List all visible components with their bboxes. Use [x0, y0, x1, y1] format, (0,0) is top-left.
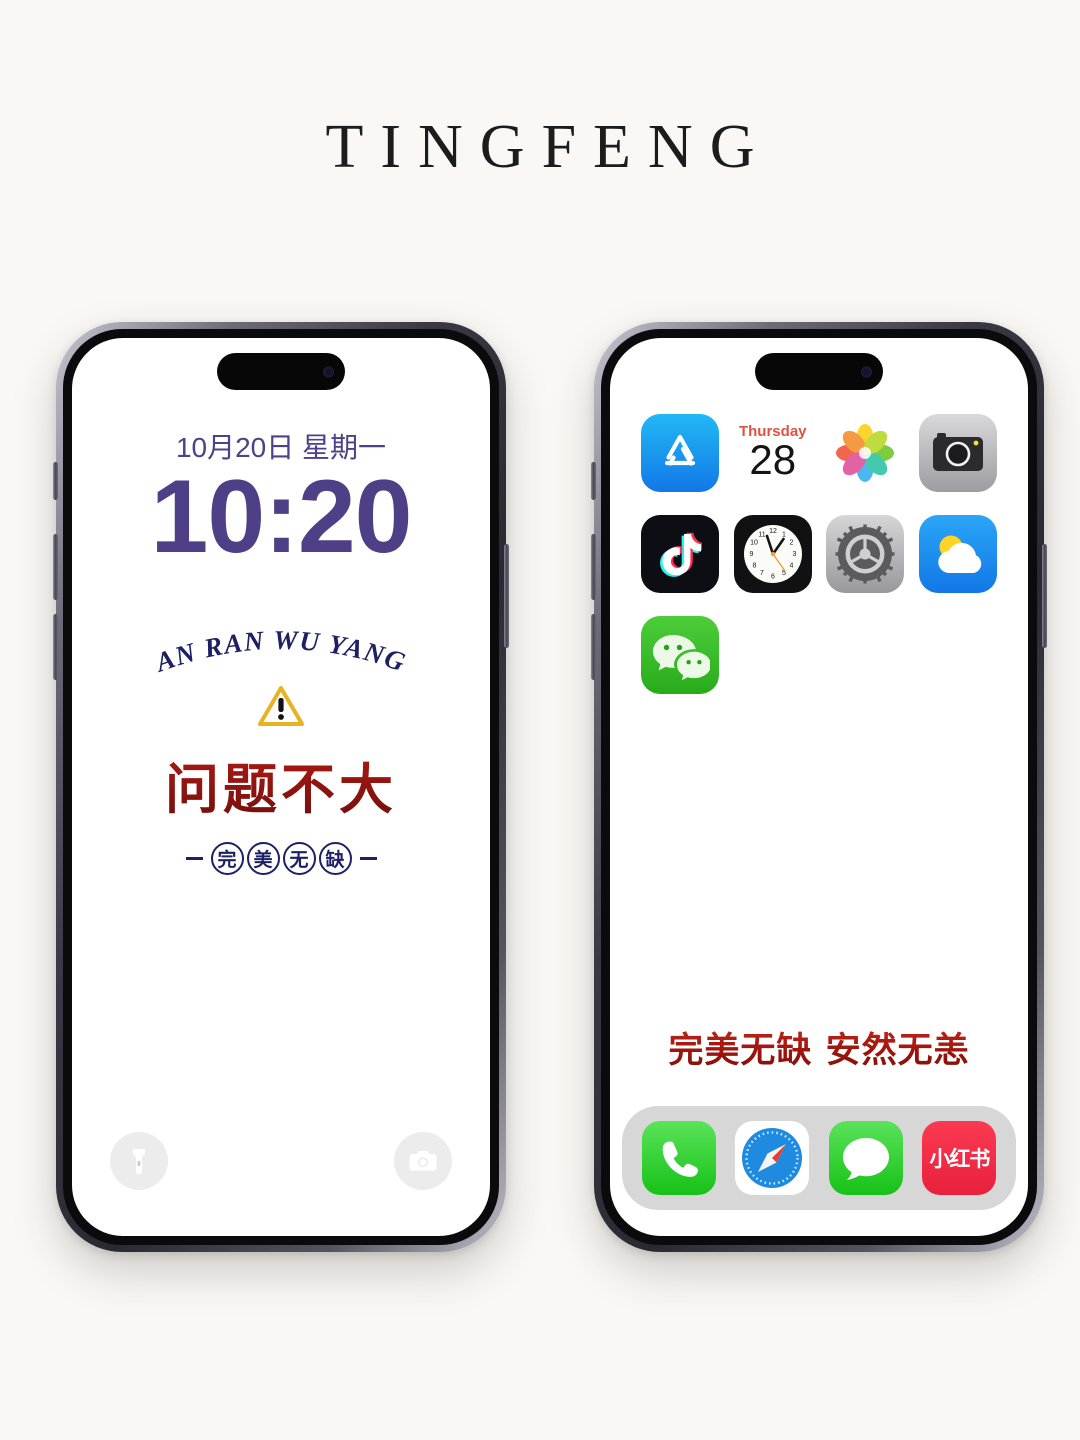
- camera-button[interactable]: [394, 1132, 452, 1190]
- power-button-2[interactable]: [1042, 544, 1047, 648]
- messages-icon[interactable]: [828, 1121, 903, 1195]
- svg-text:4: 4: [789, 563, 793, 570]
- circled-char-2: 美: [246, 842, 280, 875]
- page-title: TINGFENG: [325, 113, 772, 181]
- power-button[interactable]: [504, 544, 509, 648]
- svg-text:7: 7: [760, 570, 764, 577]
- wallpaper-sub-text: 完 美 无 缺: [72, 842, 490, 875]
- rednote-icon[interactable]: 小红书: [922, 1121, 997, 1195]
- tiktok-icon[interactable]: [641, 515, 720, 593]
- photos-icon[interactable]: [826, 414, 905, 492]
- camera-icon: [409, 1151, 437, 1171]
- circled-char-4: 缺: [318, 842, 352, 875]
- svg-text:11: 11: [758, 532, 765, 539]
- home-screen[interactable]: Thursday 28 12 1 2 3 4 5 6 7 8 9 10 11 完…: [610, 338, 1028, 1236]
- home-slogan-text: 完美无缺 安然无恙: [610, 1022, 1028, 1073]
- svg-text:8: 8: [752, 563, 756, 570]
- flashlight-button[interactable]: [110, 1132, 168, 1190]
- svg-text:10: 10: [750, 540, 758, 547]
- safari-icon[interactable]: [735, 1121, 810, 1195]
- svg-text:6: 6: [771, 574, 775, 581]
- app-grid: Thursday 28 12 1 2 3 4 5 6 7 8 9 10 11: [610, 414, 1028, 694]
- circled-char-1: 完: [210, 842, 244, 875]
- flashlight-icon: [133, 1149, 145, 1174]
- wechat-icon[interactable]: [641, 616, 720, 694]
- phone-bezel-2: Thursday 28 12 1 2 3 4 5 6 7 8 9 10 11 完…: [601, 329, 1037, 1245]
- clock-icon[interactable]: 12 1 23 45 67 89 10 11: [733, 515, 812, 593]
- front-camera-icon: [323, 366, 334, 377]
- settings-icon[interactable]: [826, 515, 905, 593]
- action-button[interactable]: [53, 462, 58, 500]
- calendar-icon[interactable]: Thursday 28: [733, 414, 812, 492]
- svg-text:9: 9: [749, 551, 753, 558]
- wallpaper-main-text: 问题不大: [72, 745, 490, 824]
- dynamic-island-2[interactable]: [755, 353, 883, 390]
- dynamic-island[interactable]: [217, 353, 345, 390]
- app-store-icon[interactable]: [641, 414, 720, 492]
- volume-up-button[interactable]: [53, 534, 58, 600]
- svg-text:1: 1: [782, 532, 786, 539]
- volume-down-button[interactable]: [53, 614, 58, 680]
- phone-device-lock: 10月20日 星期一 10:20 AN RAN WU YANG 问题不大 完 美…: [53, 322, 509, 1252]
- phone-bezel: 10月20日 星期一 10:20 AN RAN WU YANG 问题不大 完 美…: [63, 329, 499, 1245]
- phone-device-home: Thursday 28 12 1 2 3 4 5 6 7 8 9 10 11 完…: [591, 322, 1047, 1252]
- front-camera-icon-2: [861, 366, 872, 377]
- wallpaper-art: AN RAN WU YANG 问题不大 完 美 无 缺: [72, 626, 490, 875]
- action-button-2[interactable]: [591, 462, 596, 500]
- dock: 小红书: [622, 1106, 1016, 1210]
- volume-up-button-2[interactable]: [591, 534, 596, 600]
- dash-right: [359, 857, 377, 860]
- svg-text:12: 12: [769, 528, 777, 535]
- svg-text:AN RAN WU YANG: AN RAN WU YANG: [150, 626, 410, 678]
- arched-text: AN RAN WU YANG: [72, 626, 490, 682]
- lock-time-label: 10:20: [150, 459, 413, 575]
- warning-triangle-icon: [72, 684, 490, 733]
- calendar-day: 28: [749, 436, 797, 484]
- lock-screen[interactable]: 10月20日 星期一 10:20 AN RAN WU YANG 问题不大 完 美…: [72, 338, 490, 1236]
- svg-text:3: 3: [792, 551, 796, 558]
- svg-text:2: 2: [789, 540, 793, 547]
- camera-app-icon[interactable]: [918, 414, 997, 492]
- weather-icon[interactable]: [918, 515, 997, 593]
- dash-left: [185, 857, 203, 860]
- arch-text-path: AN RAN WU YANG: [150, 626, 409, 678]
- circled-char-3: 无: [282, 842, 316, 875]
- phone-icon[interactable]: [641, 1121, 716, 1195]
- volume-down-button-2[interactable]: [591, 614, 596, 680]
